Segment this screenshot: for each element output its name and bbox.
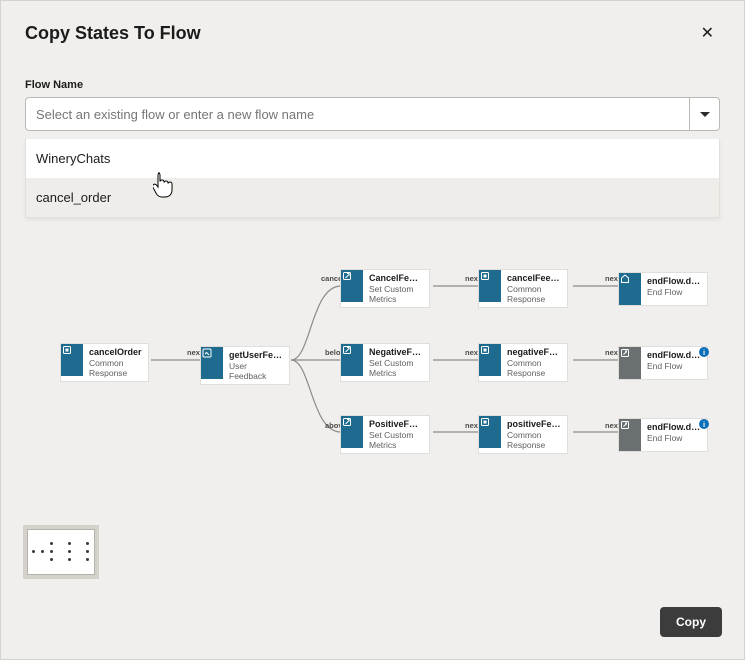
flow-name-combo[interactable]: WineryChats cancel_order: [25, 97, 720, 131]
node-negative-feedb[interactable]: negativeFeedb… Common Response: [479, 344, 567, 381]
flow-dropdown: WineryChats cancel_order: [25, 139, 720, 218]
dialog-title: Copy States To Flow: [25, 23, 695, 44]
node-endflow-done-2[interactable]: endFlow.don… End Flow: [619, 347, 707, 379]
node-positive-feedb-tpl[interactable]: PositiveFeedb… Set Custom Metrics: [341, 416, 429, 453]
dropdown-option[interactable]: cancel_order: [26, 178, 719, 217]
info-icon[interactable]: i: [699, 347, 709, 357]
flow-diagram: next cancel below above next next next n…: [1, 259, 745, 479]
node-icon: [479, 416, 501, 448]
node-icon: [619, 273, 641, 305]
dropdown-toggle[interactable]: [689, 98, 719, 130]
chevron-down-icon: [700, 112, 710, 117]
node-icon: [619, 419, 641, 451]
node-negative-feedb-tpl[interactable]: NegativeFeedb… Set Custom Metrics: [341, 344, 429, 381]
node-cancel-feedback-tpl[interactable]: CancelFeedbac… Set Custom Metrics: [341, 270, 429, 307]
node-cancel-order[interactable]: cancelOrder Common Response: [61, 344, 148, 381]
node-endflow-done-3[interactable]: endFlow.don… End Flow: [619, 419, 707, 451]
flow-name-input[interactable]: [26, 98, 689, 130]
node-endflow-done-1[interactable]: endFlow.done End Flow: [619, 273, 707, 305]
node-icon: [61, 344, 83, 376]
node-icon: [341, 344, 363, 376]
node-icon: [341, 270, 363, 302]
node-get-user-feedback[interactable]: getUserFeedback User Feedback: [201, 347, 289, 384]
flow-name-label: Flow Name: [1, 51, 744, 97]
node-icon: [619, 347, 641, 379]
node-positive-feedback[interactable]: positiveFeedback Common Response: [479, 416, 567, 453]
dropdown-option[interactable]: WineryChats: [26, 139, 719, 178]
node-icon: [341, 416, 363, 448]
minimap[interactable]: [23, 525, 99, 579]
node-icon: [201, 347, 223, 379]
node-icon: [479, 344, 501, 376]
node-cancel-feedback[interactable]: cancelFeedback Common Response: [479, 270, 567, 307]
close-icon[interactable]: ✕: [695, 19, 720, 47]
minimap-dots: [32, 542, 90, 562]
node-icon: [479, 270, 501, 302]
info-icon[interactable]: i: [699, 419, 709, 429]
copy-button[interactable]: Copy: [660, 607, 722, 637]
